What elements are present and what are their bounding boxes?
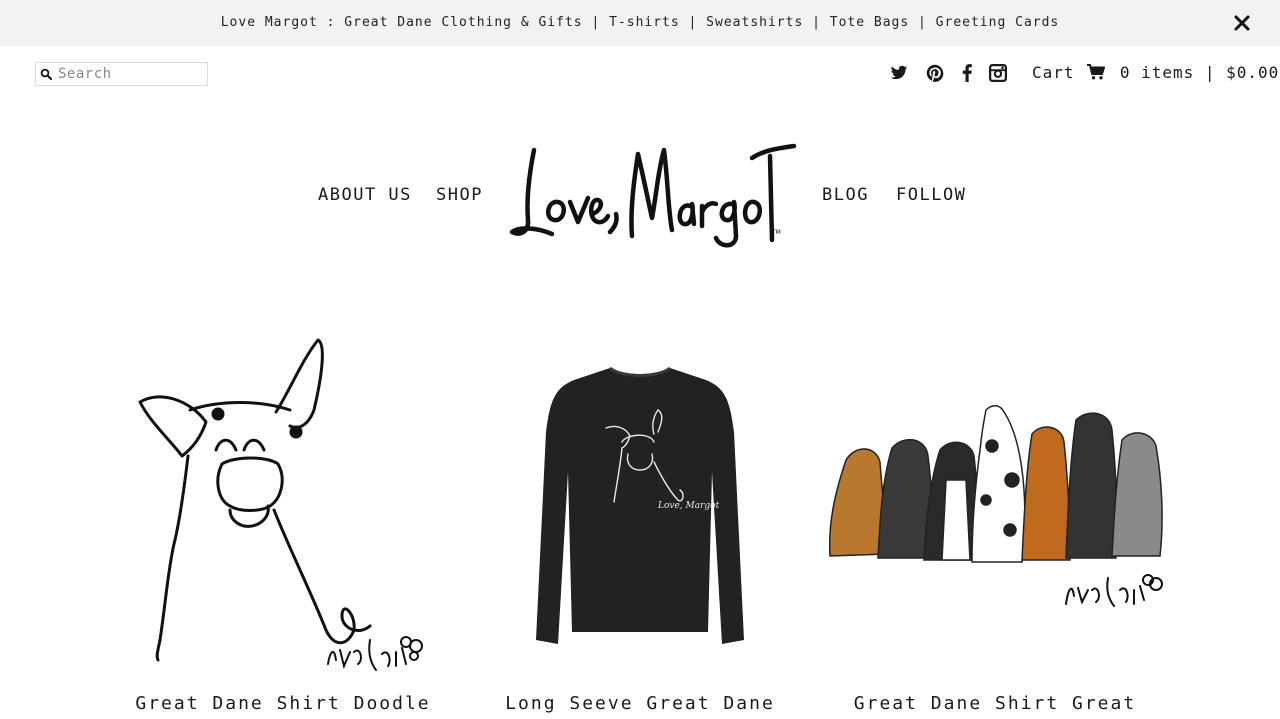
product-image-seven-great-danes[interactable] xyxy=(826,400,1168,612)
cart-label: Cart xyxy=(1032,63,1075,82)
product-image-long-sleeve-shirt[interactable]: Love, Margot xyxy=(530,362,750,650)
close-icon xyxy=(1234,15,1250,31)
search-box xyxy=(35,62,208,86)
love-margot-logo[interactable]: TM xyxy=(508,140,798,250)
svg-text:TM: TM xyxy=(771,229,781,236)
svg-text:Love, Margot: Love, Margot xyxy=(657,501,720,511)
twitter-icon[interactable] xyxy=(890,64,908,82)
search-input[interactable] xyxy=(58,64,203,84)
product-title-1[interactable]: Great Dane Shirt Doodle xyxy=(130,693,436,714)
facebook-icon[interactable] xyxy=(960,64,974,82)
product-title-2[interactable]: Long Seeve Great Dane xyxy=(487,693,793,714)
pinterest-icon[interactable] xyxy=(926,64,944,82)
announcement-bar: Love Margot : Great Dane Clothing & Gift… xyxy=(0,0,1280,46)
product-image-great-dane-doodle[interactable] xyxy=(130,330,430,680)
nav-about-us[interactable]: ABOUT US xyxy=(318,185,412,205)
nav-blog[interactable]: BLOG xyxy=(822,185,869,205)
cart-link[interactable]: Cart 0 items | $0.00 xyxy=(1032,63,1279,85)
announcement-text: Love Margot : Great Dane Clothing & Gift… xyxy=(220,15,1060,30)
cart-icon xyxy=(1087,64,1106,80)
close-announcement-button[interactable] xyxy=(1232,13,1252,33)
instagram-icon[interactable] xyxy=(989,64,1007,82)
nav-shop[interactable]: SHOP xyxy=(436,185,483,205)
cart-summary: 0 items | $0.00 xyxy=(1119,63,1280,82)
search-icon xyxy=(40,68,52,80)
product-title-3[interactable]: Great Dane Shirt Great xyxy=(842,693,1148,714)
nav-follow[interactable]: FOLLOW xyxy=(896,185,966,205)
